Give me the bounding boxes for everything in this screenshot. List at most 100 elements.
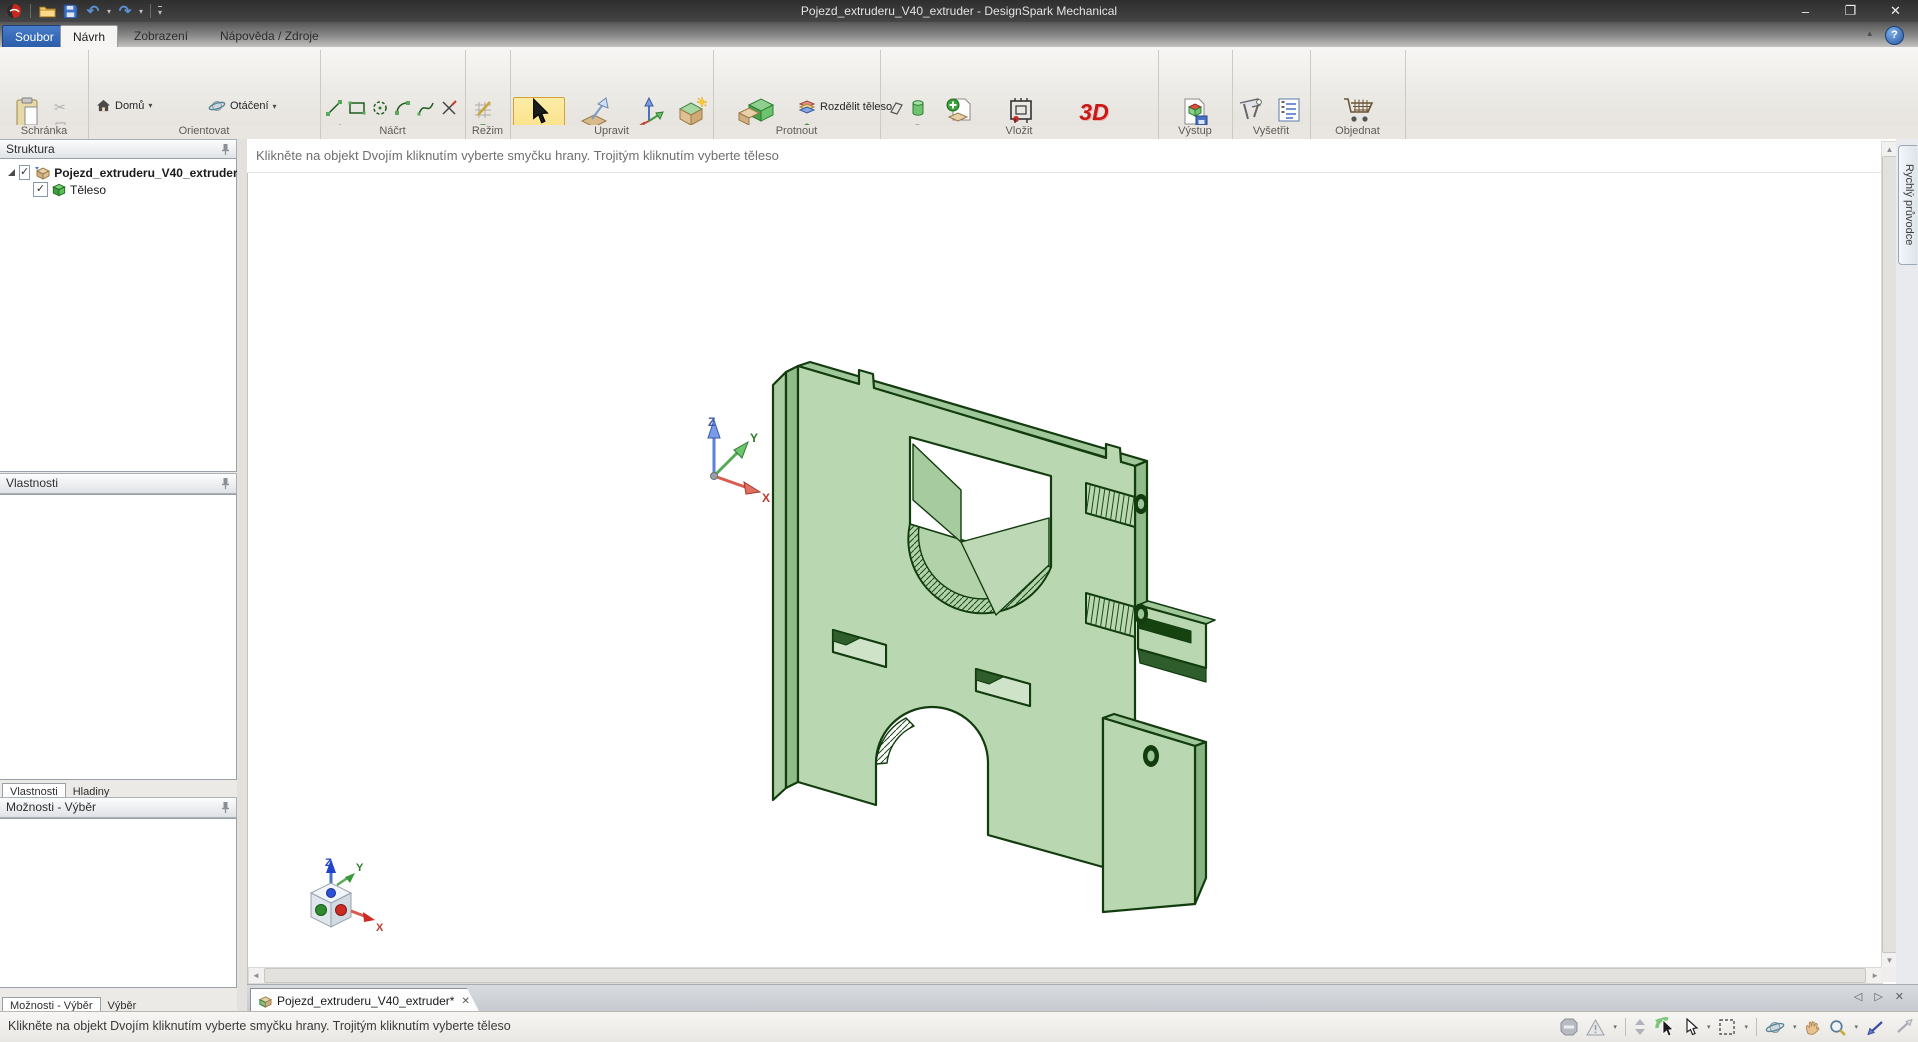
zoom-out-arrow-icon[interactable] bbox=[1894, 1019, 1914, 1035]
undo-dropdown-icon[interactable]: ▾ bbox=[107, 7, 111, 16]
selection-panel-title: Možnosti - Výběr bbox=[6, 800, 96, 814]
selection-panel-content bbox=[0, 818, 237, 988]
window-title: Pojezd_extruderu_V40_extruder - DesignSp… bbox=[0, 4, 1918, 18]
spin-button[interactable]: Otáčení▾ bbox=[208, 99, 277, 113]
scroll-up-icon[interactable]: ▲ bbox=[1882, 145, 1897, 154]
quick-guide-tab[interactable]: Rychlý průvodce bbox=[1898, 145, 1917, 265]
zoom-tool-icon[interactable] bbox=[1829, 1019, 1846, 1036]
sketch-spline-icon[interactable] bbox=[415, 97, 436, 118]
3d-model[interactable] bbox=[758, 352, 1218, 937]
sketch-line-icon[interactable] bbox=[323, 97, 344, 118]
tab-napoveda[interactable]: Nápověda / Zdroje bbox=[208, 25, 331, 47]
measure-icon[interactable] bbox=[1238, 97, 1264, 121]
selection-panel-header: Možnosti - Výběr bbox=[0, 797, 237, 818]
pan-hand-icon[interactable] bbox=[1804, 1019, 1821, 1036]
customize-toolbar-icon[interactable]: ▾ bbox=[158, 6, 162, 17]
orbit-icon[interactable] bbox=[1765, 1020, 1785, 1035]
orbit-dropdown-icon[interactable]: ▾ bbox=[1793, 1023, 1797, 1031]
insert-plane-icon[interactable] bbox=[885, 97, 906, 118]
zoom-dropdown-icon[interactable]: ▾ bbox=[1854, 1023, 1858, 1031]
document-tab-close-icon[interactable]: ✕ bbox=[461, 996, 469, 1007]
rotate-cursor-icon[interactable] bbox=[1654, 1017, 1676, 1037]
scroll-step-icon[interactable] bbox=[1634, 1018, 1646, 1036]
tab-next-icon[interactable]: ▷ bbox=[1874, 990, 1882, 1003]
pin-icon[interactable] bbox=[221, 801, 230, 813]
toolbar-separator bbox=[150, 4, 151, 18]
redo-dropdown-icon[interactable]: ▾ bbox=[139, 7, 143, 16]
app-logo-icon[interactable] bbox=[5, 2, 23, 20]
scroll-left-icon[interactable]: ◄ bbox=[252, 971, 260, 980]
properties-panel-content bbox=[0, 494, 237, 780]
model-body[interactable] bbox=[773, 362, 1215, 912]
pin-icon[interactable] bbox=[221, 477, 230, 489]
box-select-dropdown-icon[interactable]: ▾ bbox=[1744, 1023, 1748, 1031]
group-label-vystup: Výstup bbox=[1158, 125, 1233, 139]
sidebar: Struktura ✓ Pojezd_extruderu_V40_extrude… bbox=[0, 139, 237, 1011]
help-icon[interactable]: ? bbox=[1885, 26, 1904, 45]
split-body-button[interactable]: Rozdělit těleso bbox=[798, 99, 892, 115]
spin-label: Otáčení bbox=[230, 100, 269, 112]
document-tab-bar: Pojezd_extruderu_V40_extruder* ✕ ◁ ▷ ✕ bbox=[247, 984, 1918, 1012]
solid-body-icon bbox=[52, 183, 66, 197]
sketch-arc-icon[interactable] bbox=[392, 97, 413, 118]
home-view-button[interactable]: Domů▾ bbox=[96, 99, 152, 112]
ribbon: Vložit ✂ Domů▾ Kolmý pohled ▾ Otáčení▾ bbox=[0, 47, 1918, 125]
root-checkbox[interactable]: ✓ bbox=[19, 165, 30, 180]
tab-soubor[interactable]: Soubor bbox=[2, 25, 67, 49]
cut-icon[interactable]: ✂ bbox=[54, 99, 66, 116]
tab-prev-icon[interactable]: ◁ bbox=[1854, 990, 1862, 1003]
save-icon[interactable] bbox=[61, 2, 79, 20]
undo-button[interactable]: ↶ bbox=[84, 2, 102, 20]
group-label-nacrt: Náčrt bbox=[320, 125, 466, 139]
close-button[interactable]: ✕ bbox=[1873, 0, 1918, 22]
view-cube[interactable]: Z Y X bbox=[283, 855, 383, 953]
download-3d-icon: 3D bbox=[1079, 97, 1108, 127]
minimize-button[interactable]: – bbox=[1783, 0, 1828, 22]
sidebar-splitter[interactable] bbox=[237, 139, 247, 1011]
status-bar: Klikněte na objekt Dvojím kliknutím vybe… bbox=[0, 1011, 1918, 1042]
z-axis-label: Z bbox=[708, 415, 715, 429]
toolbar-separator bbox=[30, 4, 31, 18]
home-label: Domů bbox=[115, 100, 144, 112]
document-tab-label: Pojezd_extruderu_V40_extruder* bbox=[277, 994, 454, 1008]
body-checkbox[interactable]: ✓ bbox=[33, 182, 48, 197]
group-label-schranka: Schránka bbox=[0, 125, 89, 139]
restore-button[interactable]: ❐ bbox=[1828, 0, 1873, 22]
tab-navrh[interactable]: Návrh bbox=[60, 25, 118, 48]
warning-dropdown-icon[interactable]: ▾ bbox=[1613, 1023, 1617, 1031]
box-select-icon[interactable] bbox=[1718, 1018, 1736, 1036]
tab-zobrazeni[interactable]: Zobrazení bbox=[122, 25, 200, 47]
designspark-window: ↶ ▾ ↷ ▾ ▾ Pojezd_extruderu_V40_extruder … bbox=[0, 0, 1918, 1041]
scroll-down-icon[interactable]: ▼ bbox=[1882, 956, 1897, 965]
collapse-ribbon-icon[interactable]: ▴ bbox=[1867, 28, 1872, 39]
horizontal-scroll-thumb[interactable] bbox=[264, 968, 1866, 983]
x-axis-label: X bbox=[762, 491, 770, 504]
tab-list-close-icon[interactable]: ✕ bbox=[1895, 990, 1904, 1003]
tree-root-row[interactable]: ✓ Pojezd_extruderu_V40_extruder* bbox=[0, 164, 236, 181]
canvas-hint: Klikněte na objekt Dvojím kliknutím vybe… bbox=[247, 139, 1881, 173]
checkmark-icon: ✓ bbox=[20, 166, 29, 178]
scrollbar-corner bbox=[1881, 967, 1896, 982]
component-icon bbox=[34, 166, 50, 180]
sketch-circle-icon[interactable] bbox=[369, 97, 390, 118]
tree-body-label: Těleso bbox=[70, 183, 106, 197]
insert-cylinder-icon[interactable] bbox=[907, 97, 928, 118]
select-cursor-icon[interactable] bbox=[1684, 1018, 1699, 1036]
warning-icon[interactable] bbox=[1586, 1019, 1605, 1036]
vertical-scroll-thumb[interactable] bbox=[1882, 156, 1897, 953]
document-tab[interactable]: Pojezd_extruderu_V40_extruder* ✕ bbox=[250, 988, 480, 1013]
select-mode-dropdown-icon[interactable]: ▾ bbox=[1707, 1023, 1711, 1031]
pin-icon[interactable] bbox=[221, 143, 230, 155]
properties-panel-header: Vlastnosti bbox=[0, 473, 237, 494]
scroll-right-icon[interactable]: ► bbox=[1871, 971, 1879, 980]
redo-button[interactable]: ↷ bbox=[116, 2, 134, 20]
zoom-extents-icon[interactable] bbox=[1866, 1019, 1886, 1035]
structure-panel-header: Struktura bbox=[0, 139, 237, 160]
open-file-icon[interactable] bbox=[38, 2, 56, 20]
expander-icon[interactable] bbox=[8, 169, 15, 176]
stop-icon[interactable] bbox=[1560, 1018, 1578, 1036]
tree-body-row[interactable]: ✓ Těleso bbox=[0, 181, 236, 198]
sketch-mode-icon[interactable] bbox=[470, 97, 496, 120]
sketch-trim-icon[interactable] bbox=[438, 97, 459, 118]
sketch-rectangle-icon[interactable] bbox=[346, 97, 367, 118]
